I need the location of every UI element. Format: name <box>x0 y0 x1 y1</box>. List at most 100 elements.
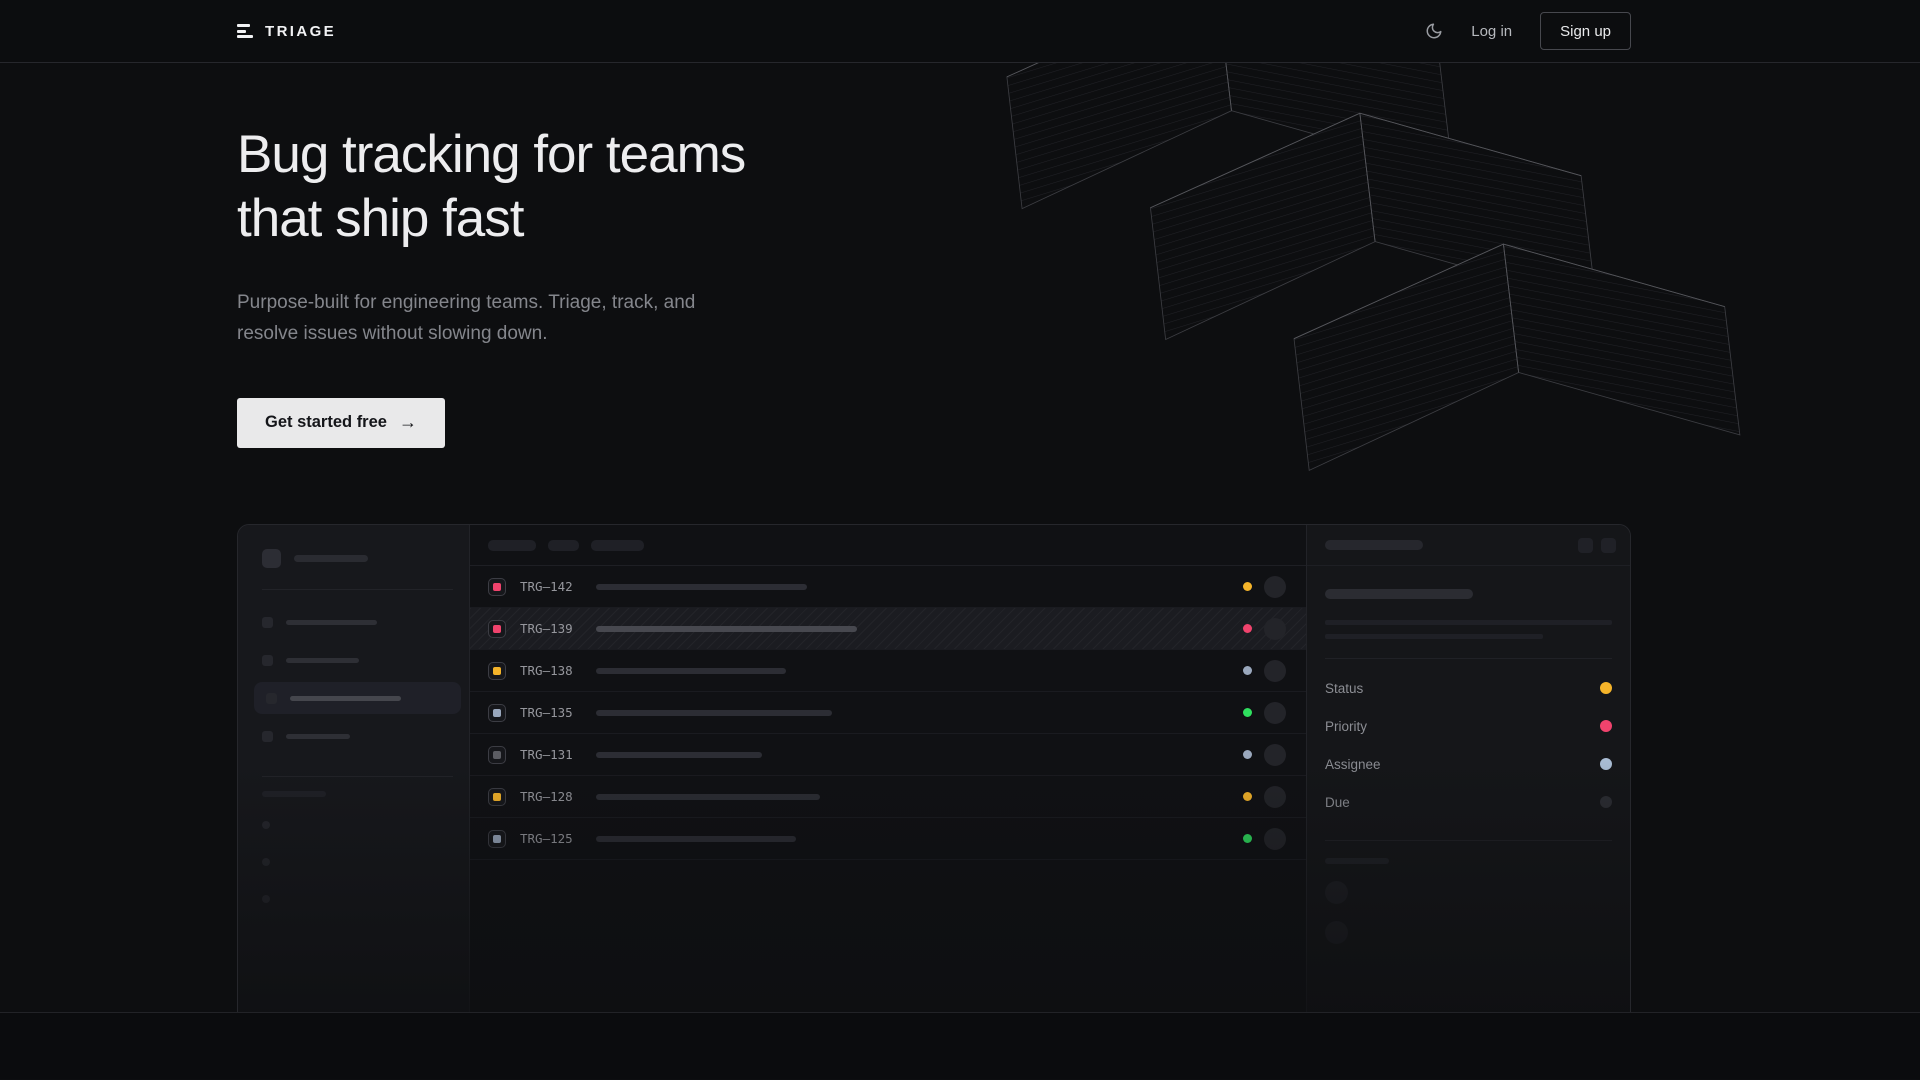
nav-item-icon <box>262 655 273 666</box>
login-link[interactable]: Log in <box>1471 23 1512 40</box>
avatar <box>1264 786 1286 808</box>
skeleton-bar <box>286 734 350 739</box>
divider <box>262 776 453 777</box>
issue-status-icon <box>488 830 506 848</box>
issue-row: TRG–142 <box>470 566 1306 608</box>
nav-item-icon <box>262 731 273 742</box>
sidebar-nav-item <box>262 717 453 755</box>
brand-logo[interactable]: TRIAGE <box>237 23 336 40</box>
issue-row-selected: TRG–139 <box>470 608 1306 650</box>
mockup-sidebar <box>238 525 470 1013</box>
issue-status-icon <box>488 746 506 764</box>
get-started-button[interactable]: Get started free → <box>237 398 445 448</box>
skeleton-section-label <box>262 791 326 797</box>
field-label: Priority <box>1325 719 1367 734</box>
theme-toggle-button[interactable] <box>1425 22 1443 40</box>
avatar <box>1264 744 1286 766</box>
assignee-value-dot <box>1600 758 1612 770</box>
issue-status-icon <box>488 620 506 638</box>
issue-row: TRG–125 <box>470 818 1306 860</box>
skeleton-bar <box>290 696 401 701</box>
issue-id: TRG–125 <box>520 831 588 846</box>
footer <box>0 1013 1920 1079</box>
app-mockup: TRG–142 TRG–139 TRG–138 TR <box>237 524 1631 1013</box>
avatar <box>1264 828 1286 850</box>
avatar <box>1325 881 1348 904</box>
hero-subtitle: Purpose-built for engineering teams. Tri… <box>237 288 1920 350</box>
issue-title-skeleton <box>596 626 857 632</box>
status-dot <box>1243 792 1252 801</box>
issue-title-skeleton <box>596 752 762 758</box>
avatar <box>1264 576 1286 598</box>
issue-row: TRG–135 <box>470 692 1306 734</box>
issue-status-icon <box>488 788 506 806</box>
mockup-detail-panel: Status Priority Assignee Due <box>1306 525 1631 1013</box>
skeleton-line <box>1325 634 1543 639</box>
sidebar-nav-item <box>262 603 453 641</box>
issue-id: TRG–135 <box>520 705 588 720</box>
issue-id: TRG–142 <box>520 579 588 594</box>
skeleton-tab <box>488 540 536 551</box>
issue-list-header <box>470 525 1306 566</box>
skeleton-title <box>1325 589 1473 599</box>
skeleton-tab <box>548 540 579 551</box>
avatar <box>1264 702 1286 724</box>
issue-title-skeleton <box>596 836 796 842</box>
field-label: Due <box>1325 795 1350 810</box>
divider <box>262 589 453 590</box>
signup-button[interactable]: Sign up <box>1540 12 1631 50</box>
workspace-icon <box>262 549 281 568</box>
due-value-dot <box>1600 796 1612 808</box>
issue-title-skeleton <box>596 794 820 800</box>
skeleton-tab <box>591 540 644 551</box>
priority-value-dot <box>1600 720 1612 732</box>
issue-title-skeleton <box>596 584 807 590</box>
status-dot <box>1243 834 1252 843</box>
issue-id: TRG–131 <box>520 747 588 762</box>
avatar <box>1264 660 1286 682</box>
status-value-dot <box>1600 682 1612 694</box>
field-label: Status <box>1325 681 1363 696</box>
field-row-status: Status <box>1325 669 1612 707</box>
triage-logo-icon <box>237 24 254 38</box>
issue-row: TRG–138 <box>470 650 1306 692</box>
field-label: Assignee <box>1325 757 1381 772</box>
skeleton-bar <box>286 658 359 663</box>
issue-row: TRG–128 <box>470 776 1306 818</box>
divider <box>1325 840 1612 841</box>
field-row-due: Due <box>1325 783 1612 821</box>
workspace-switcher <box>262 549 453 568</box>
skeleton-bar <box>286 620 377 625</box>
detail-panel-header <box>1307 525 1631 566</box>
sidebar-nav-item <box>262 641 453 679</box>
moon-icon <box>1425 22 1443 40</box>
sidebar-nav-item-selected <box>254 682 461 714</box>
issue-title-skeleton <box>596 668 786 674</box>
mockup-issue-list: TRG–142 TRG–139 TRG–138 TR <box>470 525 1306 1013</box>
field-row-assignee: Assignee <box>1325 745 1612 783</box>
skeleton-bar <box>294 555 368 562</box>
status-dot <box>1243 624 1252 633</box>
brand-name: TRIAGE <box>265 23 336 40</box>
issue-status-icon <box>488 704 506 722</box>
status-dot <box>1243 666 1252 675</box>
status-dot <box>1243 708 1252 717</box>
hero-section: Bug tracking for teamsthat ship fast Pur… <box>0 63 1920 1013</box>
skeleton-line <box>1325 620 1612 625</box>
avatar <box>1264 618 1286 640</box>
sidebar-dot-list <box>262 821 453 903</box>
status-dot <box>1243 582 1252 591</box>
field-row-priority: Priority <box>1325 707 1612 745</box>
issue-row: TRG–131 <box>470 734 1306 776</box>
panel-action-icons <box>1578 538 1616 553</box>
top-nav: TRIAGE Log in Sign up <box>0 0 1920 63</box>
issue-id: TRG–138 <box>520 663 588 678</box>
divider <box>1325 658 1612 659</box>
nav-item-icon <box>262 617 273 628</box>
issue-id: TRG–128 <box>520 789 588 804</box>
issue-status-icon <box>488 662 506 680</box>
skeleton-bar <box>1325 540 1423 550</box>
hero-title: Bug tracking for teamsthat ship fast <box>237 63 1920 250</box>
issue-status-icon <box>488 578 506 596</box>
issue-id: TRG–139 <box>520 621 588 636</box>
